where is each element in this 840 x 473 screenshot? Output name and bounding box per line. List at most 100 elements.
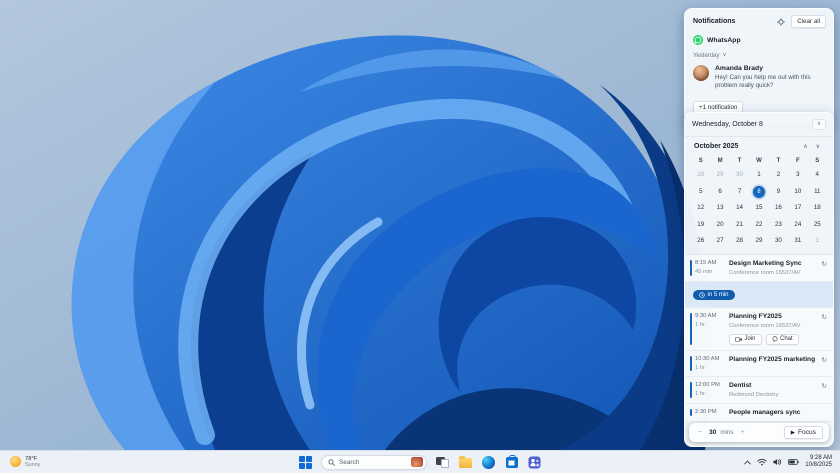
weather-widget[interactable]: 78°F Sunny bbox=[0, 456, 200, 469]
notifications-panel: Notifications Clear all WhatsApp Yesterd… bbox=[684, 8, 834, 124]
calendar-day[interactable]: 10 bbox=[788, 184, 807, 201]
calendar-day[interactable]: 29 bbox=[749, 233, 768, 250]
search-input[interactable]: Search bbox=[321, 454, 427, 470]
event-reminder-label: in 5 min bbox=[707, 292, 729, 298]
event-title: People managers sync bbox=[729, 408, 801, 416]
task-view-button[interactable] bbox=[435, 455, 450, 470]
calendar-day[interactable]: 26 bbox=[691, 233, 710, 250]
event-card[interactable]: 10:30 AM 1 hr Planning FY2025 marketing ↻ bbox=[685, 350, 833, 377]
event-title: Design Marketing Sync bbox=[729, 259, 802, 267]
calendar-day[interactable]: 23 bbox=[769, 217, 788, 234]
chat-icon bbox=[772, 336, 777, 342]
calendar-day-of-week: M bbox=[717, 158, 723, 164]
event-time-column: 10:30 AM 1 hr bbox=[695, 356, 729, 371]
calendar-day[interactable]: 1 bbox=[749, 167, 768, 184]
event-accent-bar bbox=[689, 259, 692, 276]
calendar-day[interactable]: 21 bbox=[730, 217, 749, 234]
taskbar-center: Search bbox=[200, 454, 640, 470]
calendar-day-number: 29 bbox=[755, 237, 763, 245]
calendar-day[interactable]: 27 bbox=[710, 233, 729, 250]
search-icon bbox=[328, 458, 335, 466]
focus-button-label: Focus bbox=[798, 429, 816, 436]
notification-settings-button[interactable] bbox=[775, 17, 787, 27]
calendar-day-of-week: F bbox=[796, 158, 800, 164]
calendar-day[interactable]: 13 bbox=[710, 200, 729, 217]
notification-app-group[interactable]: WhatsApp bbox=[685, 32, 833, 49]
calendar-month-bar: October 2025 ∧ ∨ bbox=[685, 137, 833, 152]
calendar-day-number: 4 bbox=[815, 171, 819, 179]
event-location: Conference room 16537/AV bbox=[729, 269, 801, 276]
event-time-column: 12:00 PM 1 hr bbox=[695, 382, 729, 397]
event-card[interactable]: 9:30 AM 1 hr Planning FY2025 Conference roo… bbox=[685, 307, 833, 351]
calendar-day[interactable]: 19 bbox=[691, 217, 710, 234]
calendar-day[interactable]: 3 bbox=[788, 167, 807, 184]
calendar-day[interactable]: 31 bbox=[788, 233, 807, 250]
recurrence-icon: ↻ bbox=[821, 313, 827, 321]
calendar-day[interactable]: 6 bbox=[710, 184, 729, 201]
decrease-minutes-button[interactable]: − bbox=[695, 429, 705, 436]
wifi-status-button[interactable] bbox=[757, 458, 767, 466]
event-join-button[interactable]: Join bbox=[729, 333, 762, 345]
event-card[interactable]: 2:30 PM People managers sync bbox=[685, 403, 833, 422]
calendar-collapse-button[interactable]: ∨ bbox=[812, 119, 826, 130]
calendar-day[interactable]: 7 bbox=[730, 184, 749, 201]
calendar-day-number: 29 bbox=[716, 171, 724, 179]
event-chat-button[interactable]: Chat bbox=[765, 333, 799, 345]
notifications-title: Notifications bbox=[693, 18, 736, 25]
calendar-day[interactable]: 16 bbox=[769, 200, 788, 217]
calendar-prev-month-button[interactable]: ∧ bbox=[799, 143, 811, 150]
microsoft-store-button[interactable] bbox=[504, 454, 519, 470]
calendar-day-number: 26 bbox=[697, 237, 705, 245]
store-icon bbox=[505, 454, 518, 468]
event-reminder-badge[interactable]: in 5 min bbox=[693, 290, 735, 300]
calendar-day[interactable]: 18 bbox=[808, 200, 827, 217]
calendar-day[interactable]: 15 bbox=[749, 200, 768, 217]
tray-time: 9:28 AM bbox=[809, 454, 832, 461]
start-button[interactable] bbox=[298, 455, 313, 470]
clock-widget[interactable]: 9:28 AM 10/8/2025 bbox=[805, 455, 832, 469]
calendar-day[interactable]: 25 bbox=[808, 217, 827, 234]
wifi-icon bbox=[757, 459, 767, 466]
calendar-day[interactable]: 9 bbox=[769, 184, 788, 201]
calendar-day[interactable]: 28 bbox=[691, 167, 710, 184]
notification-section-toggle[interactable]: Yesterday ∨ bbox=[685, 49, 833, 61]
event-card[interactable]: 12:00 PM 1 hr Dentist Redmond Dentistry ↻ bbox=[685, 376, 833, 404]
calendar-day[interactable]: 2 bbox=[769, 167, 788, 184]
notification-message[interactable]: Amanda Brady Hey! Can you help me out wi… bbox=[685, 61, 833, 96]
calendar-day-number: 13 bbox=[716, 204, 724, 212]
calendar-day[interactable]: 4 bbox=[808, 167, 827, 184]
calendar-day[interactable]: 28 bbox=[730, 233, 749, 250]
calendar-day[interactable]: 5 bbox=[691, 184, 710, 201]
calendar-day[interactable]: 8 bbox=[749, 184, 768, 201]
calendar-day[interactable]: 24 bbox=[788, 217, 807, 234]
calendar-day[interactable]: 17 bbox=[788, 200, 807, 217]
calendar-day-of-week: T bbox=[737, 158, 742, 164]
battery-status-button[interactable] bbox=[788, 459, 799, 465]
calendar-next-month-button[interactable]: ∨ bbox=[812, 143, 824, 150]
show-hidden-icons-button[interactable] bbox=[744, 460, 752, 465]
clear-all-button[interactable]: Clear all bbox=[791, 15, 826, 28]
calendar-day-number: 20 bbox=[716, 220, 724, 228]
calendar-day[interactable]: 14 bbox=[730, 200, 749, 217]
calendar-day-number: 31 bbox=[794, 237, 802, 245]
calendar-day[interactable]: 1 bbox=[808, 233, 827, 250]
calendar-day[interactable]: 30 bbox=[769, 233, 788, 250]
calendar-day-number: 1 bbox=[815, 237, 819, 245]
start-focus-button[interactable]: ▶ Focus bbox=[783, 426, 823, 439]
event-detail-column: Planning FY2025 Conference room 16537/AV J… bbox=[729, 313, 820, 345]
calendar-day[interactable]: 12 bbox=[691, 200, 710, 217]
calendar-day[interactable]: 11 bbox=[808, 184, 827, 201]
event-card[interactable]: 8:15 AM 45 min Design Marketing Sync Confer… bbox=[685, 254, 833, 282]
file-explorer-button[interactable] bbox=[458, 455, 473, 470]
calendar-day[interactable]: 22 bbox=[749, 217, 768, 234]
calendar-day[interactable]: 30 bbox=[730, 167, 749, 184]
calendar-day-of-week: S bbox=[815, 158, 820, 164]
edge-browser-button[interactable] bbox=[481, 455, 496, 470]
calendar-day-number: 30 bbox=[774, 237, 782, 245]
volume-status-button[interactable] bbox=[773, 458, 782, 466]
calendar-day[interactable]: 29 bbox=[710, 167, 729, 184]
increase-minutes-button[interactable]: + bbox=[737, 429, 747, 436]
teams-button[interactable] bbox=[527, 455, 542, 470]
event-time: 12:00 PM bbox=[695, 381, 720, 388]
calendar-day[interactable]: 20 bbox=[710, 217, 729, 234]
